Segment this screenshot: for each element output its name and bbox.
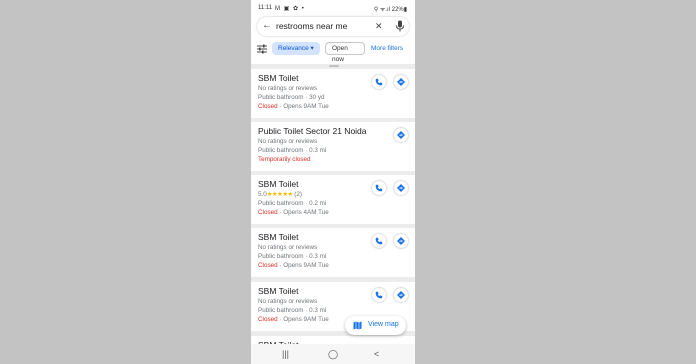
call-phone-icon[interactable] (372, 181, 386, 195)
place-hours: Closed · Opens 9AM Tue (258, 262, 329, 269)
search-header: ← restrooms near me ✕ Relevance ▾ Open n… (251, 16, 415, 64)
back-button[interactable]: < (374, 349, 379, 359)
opening-time: · Opens 4AM Tue (277, 209, 329, 216)
place-category-distance: Public bathroom · 30 yd (258, 94, 325, 101)
search-box[interactable]: ← restrooms near me ✕ (257, 17, 409, 36)
place-name[interactable]: SBM Toilet (258, 179, 298, 189)
tune-filter-icon[interactable] (257, 44, 267, 54)
sheet-drag-handle[interactable] (329, 65, 339, 67)
view-map-label: View map (368, 321, 399, 328)
opening-time: · Opens 9AM Tue (277, 262, 329, 269)
more-filters-link[interactable]: More filters (371, 42, 415, 55)
place-hours: Closed · Opens 9AM Tue (258, 103, 329, 110)
open-status: Temporarily closed (258, 156, 311, 163)
opening-time: · Opens 9AM Tue (277, 103, 329, 110)
place-category-distance: Public bathroom · 0.3 mi (258, 253, 327, 260)
place-rating: No ratings or reviews (258, 298, 318, 305)
place-rating: No ratings or reviews (258, 244, 318, 251)
map-icon (353, 321, 362, 330)
rating-stars: ★★★★★ (266, 191, 293, 198)
place-category-distance: Public bathroom · 0.2 mi (258, 200, 327, 207)
open-status: Closed (258, 103, 278, 110)
place-name[interactable]: SBM Toilet (258, 73, 298, 83)
place-name[interactable]: SBM Toilet (258, 232, 298, 242)
place-rating: 5.0★★★★★ (2) (258, 191, 302, 198)
place-name[interactable]: SBM Toilet (258, 286, 298, 296)
result-card[interactable]: SBM Toilet No ratings or reviews Public ba… (251, 69, 415, 118)
place-rating: No ratings or reviews (258, 85, 318, 92)
microphone-icon[interactable] (395, 20, 405, 32)
call-phone-icon[interactable] (372, 234, 386, 248)
view-map-button[interactable]: View map (345, 316, 406, 335)
system-nav-bar: ||| ◯ < (251, 344, 415, 364)
place-name[interactable]: Public Toilet Sector 21 Noida (258, 126, 367, 136)
place-category-distance: Public bathroom · 0.3 mi (258, 147, 327, 154)
back-arrow-icon[interactable]: ← (262, 20, 272, 32)
directions-icon[interactable] (394, 181, 408, 195)
open-now-chip[interactable]: Open now (325, 42, 365, 63)
directions-icon[interactable] (394, 128, 408, 142)
status-time: 11:11 (258, 5, 273, 11)
call-phone-icon[interactable] (372, 288, 386, 302)
result-card[interactable]: SBM Toilet No ratings or reviews Public ba… (251, 228, 415, 277)
home-button[interactable]: ◯ (328, 349, 338, 359)
place-hours: Closed · Opens 4AM Tue (258, 209, 329, 216)
place-category-distance: Public bathroom · 0.3 mi (258, 307, 327, 314)
directions-icon[interactable] (394, 234, 408, 248)
rating-value: 5.0 (258, 191, 267, 198)
directions-icon[interactable] (394, 75, 408, 89)
place-hours: Closed · Opens 9AM Tue (258, 316, 329, 323)
call-phone-icon[interactable] (372, 75, 386, 89)
filter-bar: Relevance ▾ Open now More filters (251, 41, 415, 63)
place-hours: Temporarily closed (258, 156, 311, 163)
result-card[interactable]: SBM Toilet (251, 336, 415, 350)
result-card[interactable]: SBM Toilet 5.0★★★★★ (2) Public bathroom · … (251, 175, 415, 224)
notification-icons: M ▣ ✿ • (275, 6, 305, 12)
search-query[interactable]: restrooms near me (276, 21, 347, 31)
review-count: (2) (294, 191, 302, 198)
open-status: Closed (258, 262, 278, 269)
open-status: Closed (258, 209, 278, 216)
result-card[interactable]: Public Toilet Sector 21 Noida No ratings … (251, 122, 415, 171)
recent-apps-button[interactable]: ||| (282, 349, 289, 359)
phone-screen: 11:11 M ▣ ✿ • ⚲ ᯤ.ıl 22%▮ ← restrooms ne… (251, 0, 415, 364)
open-status: Closed (258, 316, 278, 323)
opening-time: · Opens 9AM Tue (277, 316, 329, 323)
directions-icon[interactable] (394, 288, 408, 302)
clear-icon[interactable]: ✕ (375, 20, 383, 32)
place-rating: No ratings or reviews (258, 138, 318, 145)
status-indicators: ⚲ ᯤ.ıl 22%▮ (373, 7, 407, 13)
status-bar: 11:11 M ▣ ✿ • ⚲ ᯤ.ıl 22%▮ (251, 0, 415, 16)
relevance-chip[interactable]: Relevance ▾ (272, 42, 320, 55)
